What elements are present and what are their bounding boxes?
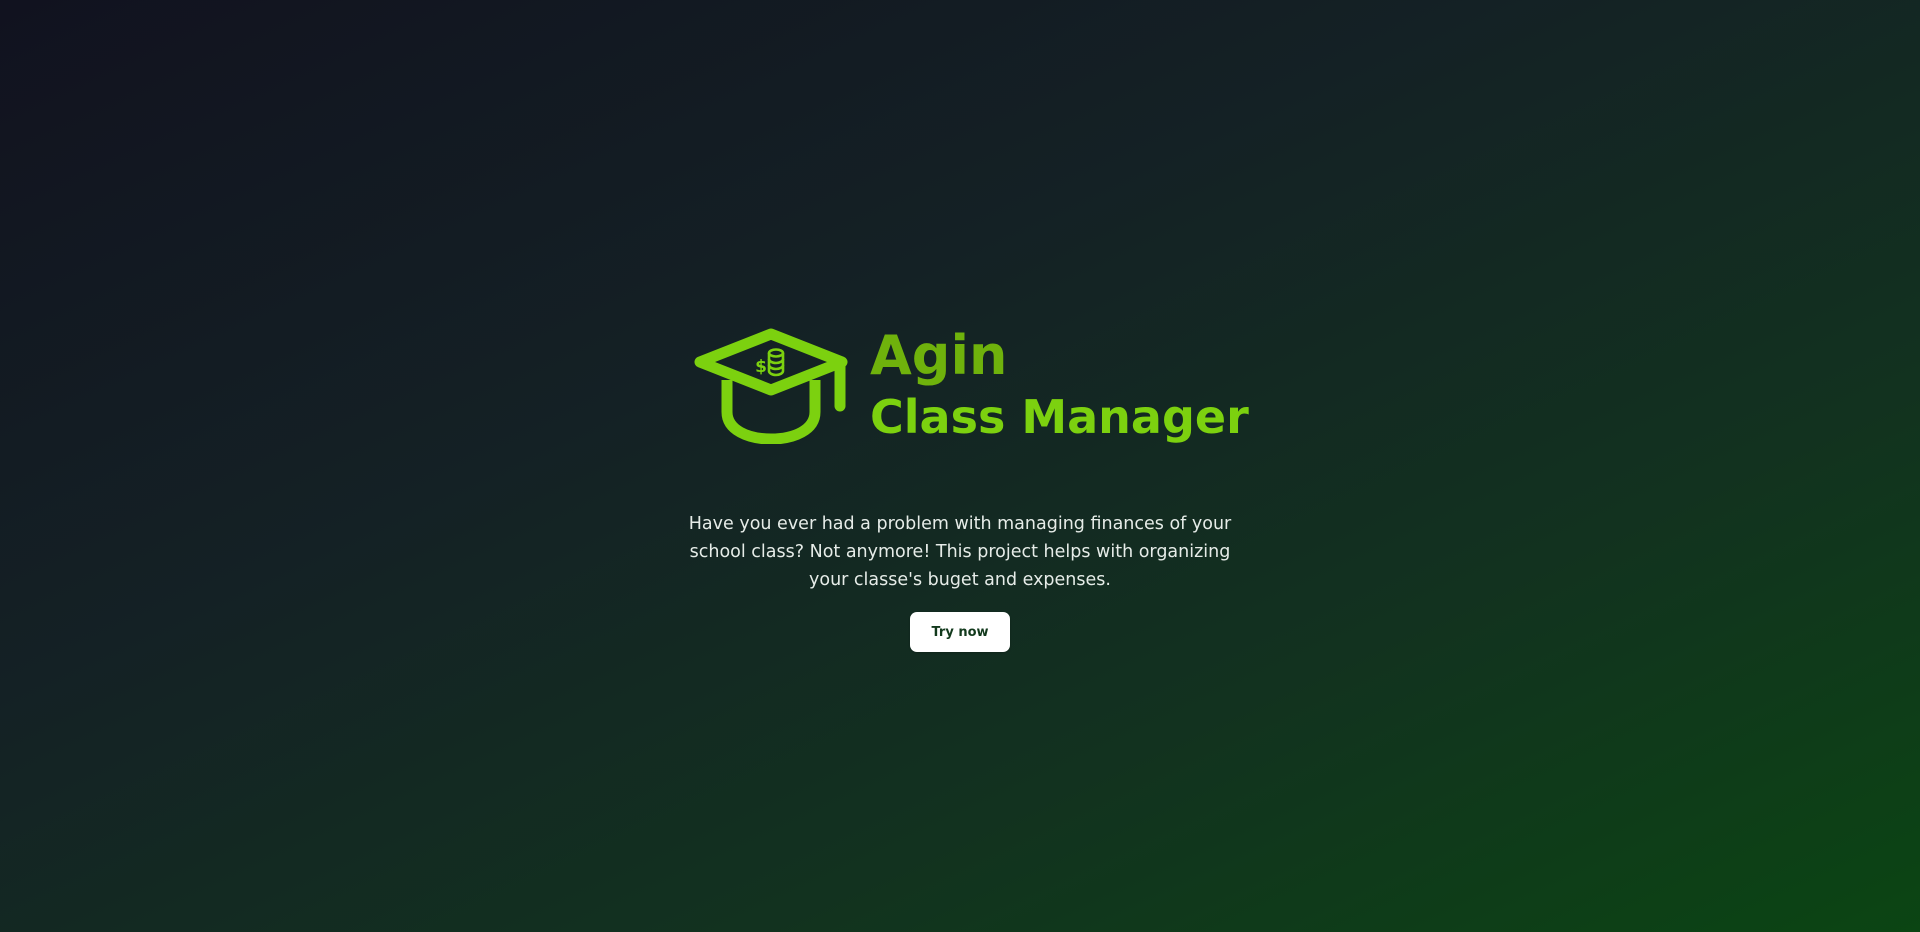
svg-text:$: $ — [755, 357, 767, 377]
graduation-cap-coins-icon: $ — [694, 328, 848, 444]
hero-description: Have you ever had a problem with managin… — [688, 514, 1232, 590]
brand-subtitle: Class Manager — [870, 390, 1249, 444]
hero-section: $ Agin Class Manager Have you ever had a… — [0, 0, 1920, 932]
try-now-button[interactable]: Try now — [910, 612, 1010, 652]
brand-name: Agin — [870, 324, 1008, 387]
